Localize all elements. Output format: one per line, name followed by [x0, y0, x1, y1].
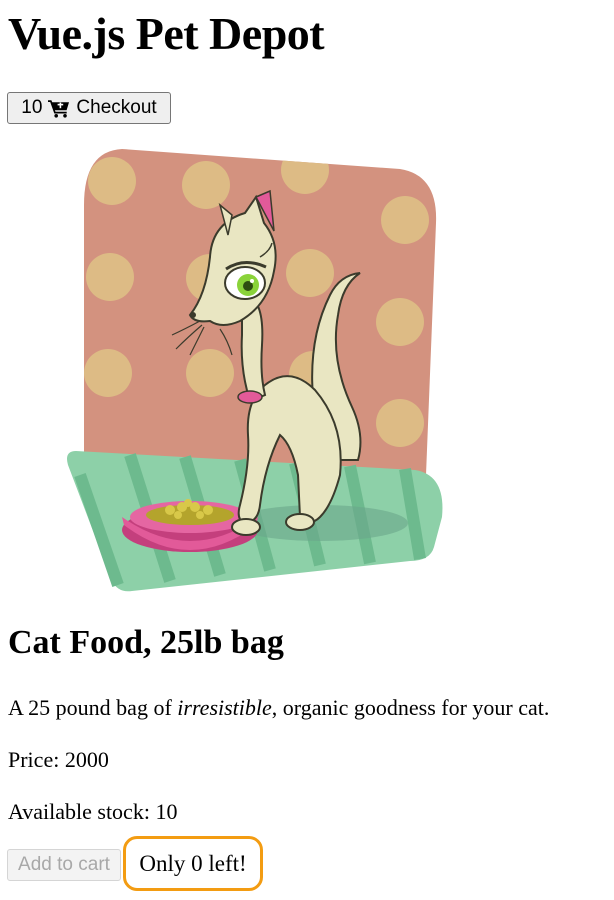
description-prefix: A 25 pound bag of — [8, 695, 178, 720]
checkout-button[interactable]: 10 Checkout — [7, 92, 171, 124]
description-suffix: , organic goodness for your cat. — [271, 695, 550, 720]
product-title: Cat Food, 25lb bag — [8, 624, 284, 661]
stock-value: 10 — [155, 799, 178, 824]
low-stock-message: Only 0 left! — [123, 836, 263, 891]
available-stock: Available stock: 10 — [8, 797, 177, 827]
price-label: Price: — [8, 747, 60, 772]
product-price: Price: 2000 — [8, 745, 109, 775]
stock-label: Available stock: — [8, 799, 150, 824]
product-description: A 25 pound bag of irresistible, organic … — [8, 693, 549, 723]
cart-count: 10 — [21, 97, 43, 118]
checkout-label: Checkout — [76, 97, 157, 118]
price-value: 2000 — [64, 747, 109, 772]
shopping-cart-icon — [48, 99, 70, 118]
product-image — [60, 145, 450, 595]
site-title: Vue.js Pet Depot — [8, 8, 325, 59]
add-to-cart-button[interactable]: Add to cart — [7, 849, 121, 881]
description-emphasis: irresistible — [177, 695, 272, 720]
